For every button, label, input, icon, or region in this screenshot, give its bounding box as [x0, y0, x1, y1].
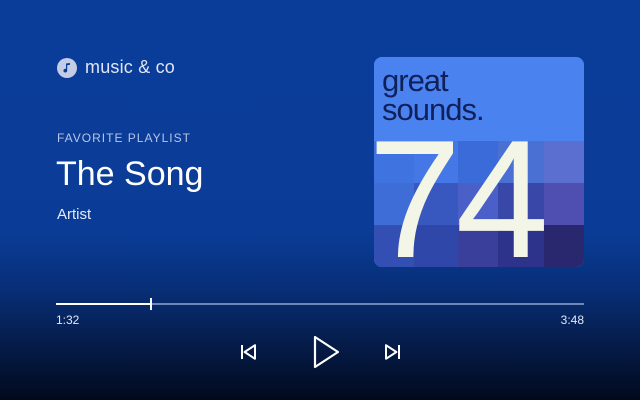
song-title: The Song — [56, 155, 204, 193]
skip-previous-icon — [241, 344, 256, 360]
previous-button[interactable] — [236, 340, 260, 364]
play-icon — [313, 335, 340, 369]
music-note-icon — [57, 57, 77, 78]
total-time: 3:48 — [560, 313, 584, 327]
app-name: music & co — [85, 57, 176, 77]
progress-thumb[interactable] — [150, 298, 152, 310]
playlist-label: FAVORITE PLAYLIST — [57, 131, 191, 145]
progress-fill — [56, 303, 151, 305]
play-button[interactable] — [306, 332, 346, 372]
album-art: great sounds. 74 — [374, 57, 584, 267]
skip-next-icon — [385, 344, 400, 360]
playback-controls — [0, 330, 640, 376]
app-header: music & co — [57, 57, 175, 78]
next-button[interactable] — [381, 340, 405, 364]
progress-bar[interactable] — [56, 298, 584, 310]
song-artist: Artist — [57, 206, 92, 223]
current-time: 1:32 — [56, 313, 80, 327]
album-number: 74 — [374, 105, 544, 267]
